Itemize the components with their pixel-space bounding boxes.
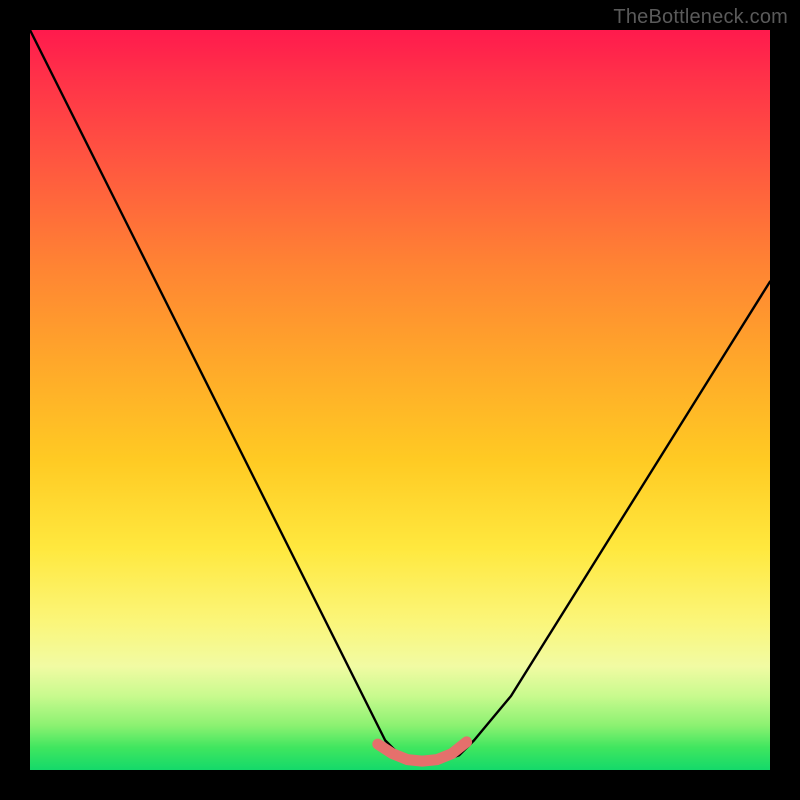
watermark-text: TheBottleneck.com bbox=[613, 6, 788, 29]
chart-svg bbox=[30, 30, 770, 770]
chart-frame: TheBottleneck.com bbox=[0, 0, 800, 800]
plot-area bbox=[30, 30, 770, 770]
bottleneck-curve-path bbox=[30, 30, 770, 763]
